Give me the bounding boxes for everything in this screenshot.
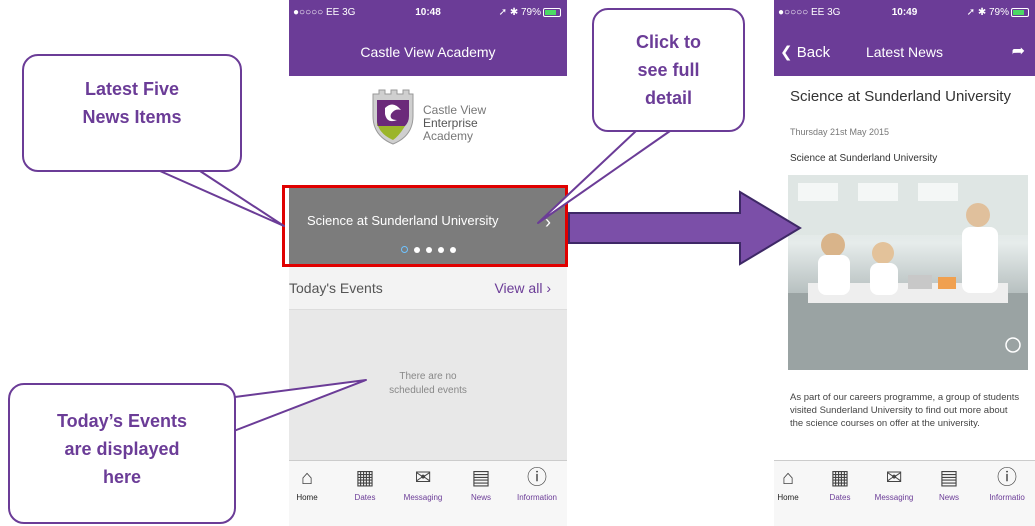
tab-messaging[interactable]: ✉ Messaging [397, 467, 449, 502]
callout-text: detail [644, 88, 692, 108]
tab-messaging-label[interactable]: Messaging [397, 493, 449, 502]
events-label: Today's Events [289, 280, 383, 296]
tab-information[interactable]: ⓘ Informatio [981, 467, 1033, 502]
tab-information-label[interactable]: Information [511, 493, 563, 502]
home-icon[interactable]: ⌂ [774, 467, 814, 489]
shield-logo-icon [372, 89, 414, 145]
callout-text: here [102, 467, 142, 487]
no-events-message: There are no scheduled events [289, 370, 567, 398]
envelope-icon[interactable]: ✉ [868, 467, 920, 489]
tab-home-label[interactable]: Home [289, 493, 333, 502]
callout-todays-events: Today’s Events are displayed here [8, 383, 236, 524]
status-bar: ●○○○○ EE 3G 10:49 ➚ ✱ 79% [774, 7, 1035, 21]
nav-bar: ●○○○○ EE 3G 10:49 ➚ ✱ 79% ❮ Back Latest … [774, 0, 1035, 76]
share-icon[interactable]: ➦ [1012, 41, 1025, 61]
battery-icon [543, 7, 561, 17]
callout-text: Latest Five [84, 79, 180, 99]
tab-information-label[interactable]: Informatio [981, 493, 1033, 502]
view-all-link[interactable]: View all › [494, 280, 551, 296]
no-events-line-2: scheduled events [389, 385, 467, 396]
tab-bar: ⌂ Home ▦ Dates ✉ Messaging ▤ News ⓘ Info… [289, 460, 567, 526]
tab-news-label[interactable]: News [455, 493, 507, 502]
page-title: Castle View Academy [360, 44, 496, 60]
article-subtitle: Science at Sunderland University [790, 153, 938, 164]
status-bar: ●○○○○ EE 3G 10:48 ➚ ✱ 79% [289, 7, 567, 21]
calendar-icon[interactable]: ▦ [339, 467, 391, 489]
battery-label: ➚ ✱ 79% [966, 7, 1009, 18]
article-body: As part of our careers programme, a grou… [790, 392, 1020, 429]
callout-text: Click to [635, 32, 701, 52]
school-logo: Castle View Enterprise Academy [289, 76, 567, 186]
callout-text: Today’s Events [56, 411, 188, 431]
no-events-line-1: There are no [399, 371, 457, 382]
nav-bar: ●○○○○ EE 3G 10:48 ➚ ✱ 79% Castle View Ac… [289, 0, 567, 76]
lab-photo-image [788, 175, 1028, 370]
callout-text: are displayed [64, 439, 180, 459]
tab-dates[interactable]: ▦ Dates [814, 467, 866, 502]
calendar-icon[interactable]: ▦ [814, 467, 866, 489]
logo-text: Castle View Enterprise Academy [423, 104, 486, 143]
callout-text: see full [637, 60, 700, 80]
events-header: Today's Events View all › [289, 266, 567, 310]
tab-dates-label[interactable]: Dates [814, 493, 866, 502]
tab-home-label[interactable]: Home [774, 493, 814, 502]
newspaper-icon[interactable]: ▤ [923, 467, 975, 489]
article-title: Science at Sunderland University [790, 88, 1011, 105]
tab-home[interactable]: ⌂ Home [774, 467, 814, 502]
events-list: There are no scheduled events [289, 310, 567, 460]
article-date: Thursday 21st May 2015 [790, 127, 890, 137]
envelope-icon[interactable]: ✉ [397, 467, 449, 489]
logo-line-3: Academy [423, 129, 474, 143]
tab-dates[interactable]: ▦ Dates [339, 467, 391, 502]
home-icon[interactable]: ⌂ [289, 467, 333, 489]
news-detail-screen: ●○○○○ EE 3G 10:49 ➚ ✱ 79% ❮ Back Latest … [774, 0, 1035, 526]
callout-text: News Items [82, 107, 182, 127]
info-icon[interactable]: ⓘ [511, 467, 563, 489]
battery-status: ➚ ✱ 79% [967, 7, 1029, 18]
tab-messaging[interactable]: ✉ Messaging [868, 467, 920, 502]
tab-information[interactable]: ⓘ Information [511, 467, 563, 502]
tab-dates-label[interactable]: Dates [339, 493, 391, 502]
tab-news[interactable]: ▤ News [455, 467, 507, 502]
newspaper-icon[interactable]: ▤ [455, 467, 507, 489]
tab-bar: ⌂ Home ▦ Dates ✉ Messaging ▤ News ⓘ Info… [774, 460, 1035, 526]
callout-latest-news: Latest Five News Items [22, 54, 242, 172]
battery-icon [1011, 7, 1029, 17]
battery-status: ➚ ✱ 79% [499, 7, 561, 18]
news-highlight-box [282, 185, 568, 267]
battery-label: ➚ ✱ 79% [498, 7, 541, 18]
tab-messaging-label[interactable]: Messaging [868, 493, 920, 502]
info-icon[interactable]: ⓘ [981, 467, 1033, 489]
tab-news[interactable]: ▤ News [923, 467, 975, 502]
tab-home[interactable]: ⌂ Home [289, 467, 333, 502]
tab-news-label[interactable]: News [923, 493, 975, 502]
article-photo[interactable] [788, 175, 1028, 370]
page-title: Latest News [865, 44, 944, 60]
callout-click-detail: Click to see full detail [592, 8, 745, 132]
